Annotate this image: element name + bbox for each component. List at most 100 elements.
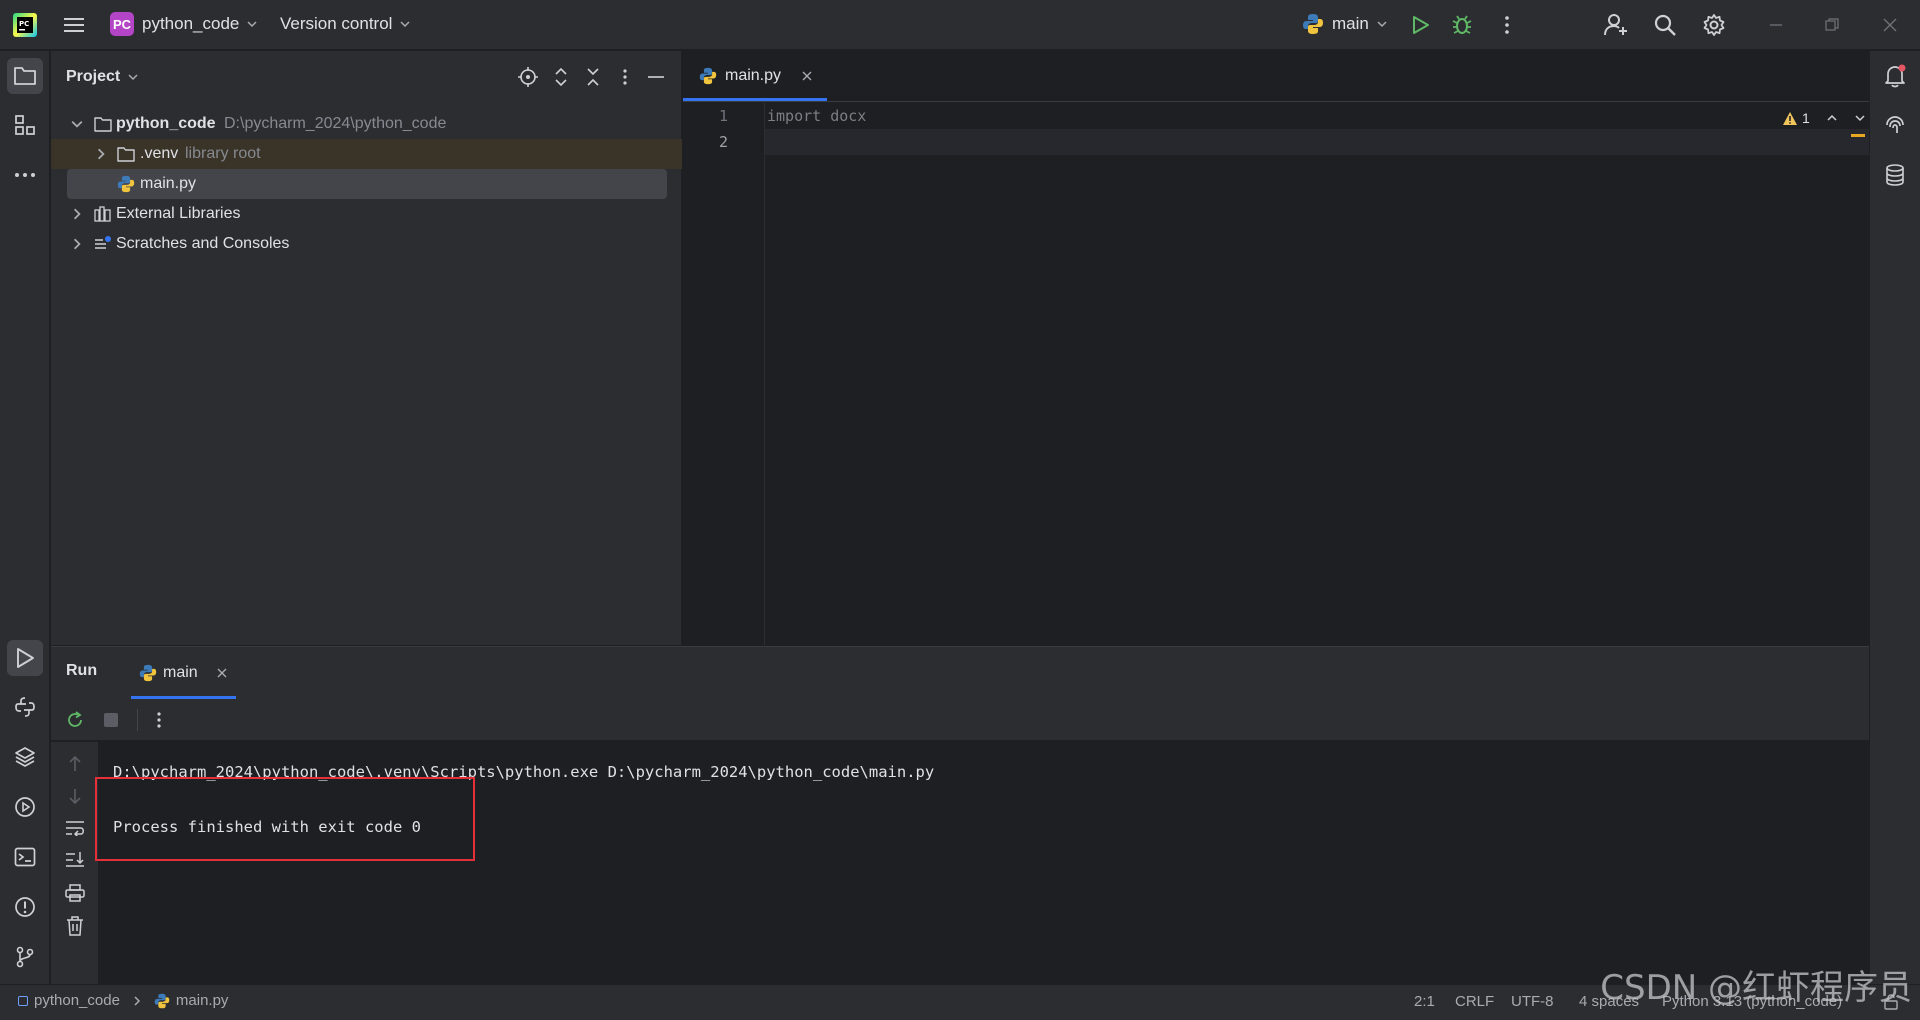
git-branch-icon <box>16 946 34 968</box>
tree-item-main-py[interactable]: main.py <box>67 169 667 199</box>
close-tab-icon[interactable] <box>216 667 228 679</box>
title-bar: PC PC python_code Version control main <box>0 0 1920 50</box>
arrow-down-icon[interactable] <box>67 787 83 805</box>
database-button[interactable] <box>1877 157 1913 193</box>
run-config-selector[interactable]: main <box>1302 13 1387 35</box>
line-gutter: 1 2 <box>683 103 765 645</box>
chevron-right-icon <box>73 238 81 250</box>
watermark: CSDN @红虾程序员 <box>1600 968 1912 1008</box>
tree-item-external-libraries[interactable]: External Libraries <box>51 199 682 229</box>
debug-icon[interactable] <box>1450 13 1474 37</box>
rerun-icon[interactable] <box>65 710 85 730</box>
warning-icon <box>1783 111 1797 125</box>
notifications-button[interactable] <box>1877 58 1913 94</box>
run-tool-button[interactable] <box>7 640 43 676</box>
vcs-menu[interactable]: Version control <box>280 14 410 34</box>
toolbar-separator <box>137 708 138 731</box>
run-panel: Run main D:\pycharm_2024\python_code\.ve… <box>51 646 1869 985</box>
python-console-icon <box>15 697 35 717</box>
warning-stripe-marker[interactable] <box>1851 134 1865 137</box>
code-line[interactable]: import docx <box>767 107 866 125</box>
console-side-toolbar <box>51 742 99 985</box>
python-file-icon <box>154 993 170 1008</box>
terminal-button[interactable] <box>7 839 43 875</box>
more-actions-icon[interactable] <box>1495 13 1519 37</box>
project-panel: Project python_code D:\pycharm_2024\pyth… <box>51 51 682 645</box>
main-menu-icon[interactable] <box>62 14 86 36</box>
collapse-all-icon[interactable] <box>582 66 604 88</box>
chevron-down-icon[interactable] <box>128 72 138 82</box>
problems-icon <box>15 897 35 917</box>
breadcrumb-project[interactable]: python_code <box>34 992 120 1009</box>
structure-icon <box>15 115 35 135</box>
expand-all-icon[interactable] <box>550 66 572 88</box>
more-tools-button[interactable] <box>7 157 43 193</box>
scroll-to-end-icon[interactable] <box>65 851 85 869</box>
services-button[interactable] <box>7 789 43 825</box>
caret-position[interactable]: 2:1 <box>1414 993 1435 1010</box>
main-py-file-name: main.py <box>140 175 197 192</box>
editor-area: main.py 1 2 import docx 1 <box>683 51 1869 645</box>
pycharm-logo-icon[interactable]: PC <box>13 13 37 37</box>
breadcrumb: python_code main.py <box>18 992 228 1009</box>
run-panel-header: Run main <box>51 647 1869 699</box>
arrow-up-icon[interactable] <box>67 755 83 773</box>
close-window-icon[interactable] <box>1878 14 1902 36</box>
line-number: 2 <box>718 133 728 151</box>
run-tab-main[interactable]: main <box>131 647 236 699</box>
python-packages-button[interactable] <box>7 739 43 775</box>
current-line-highlight <box>765 129 1869 155</box>
module-square-icon <box>18 995 28 1006</box>
structure-tool-button[interactable] <box>7 107 43 143</box>
problems-button[interactable] <box>7 889 43 925</box>
root-folder-path: D:\pycharm_2024\python_code <box>224 115 447 132</box>
project-panel-title[interactable]: Project <box>66 68 120 86</box>
project-switcher[interactable]: PC python_code <box>110 12 257 36</box>
git-button[interactable] <box>7 939 43 975</box>
stop-icon[interactable] <box>103 712 119 728</box>
previous-highlight-icon[interactable] <box>1826 113 1838 123</box>
minimize-window-icon[interactable] <box>1764 14 1788 36</box>
tree-item-scratches[interactable]: Scratches and Consoles <box>51 229 682 259</box>
highlight-annotation-box <box>95 777 475 861</box>
scratches-icon <box>95 236 111 249</box>
more-options-icon[interactable] <box>156 711 162 729</box>
run-config-label: main <box>1332 14 1369 33</box>
editor-tabs: main.py <box>683 51 1869 102</box>
next-highlight-icon[interactable] <box>1854 113 1866 123</box>
python-icon <box>139 664 157 682</box>
project-badge: PC <box>110 12 134 36</box>
tree-item-root[interactable]: python_code D:\pycharm_2024\python_code <box>51 109 682 139</box>
soft-wrap-icon[interactable] <box>65 820 85 836</box>
close-tab-icon[interactable] <box>801 70 813 82</box>
settings-gear-icon[interactable] <box>1701 12 1727 38</box>
venv-folder-name: .venv <box>140 145 179 162</box>
clear-all-trash-icon[interactable] <box>66 916 84 936</box>
ai-assistant-button[interactable] <box>1877 107 1913 143</box>
run-toolbar <box>51 699 1869 741</box>
restore-window-icon[interactable] <box>1820 14 1844 36</box>
svg-text:PC: PC <box>19 20 29 28</box>
inspection-widget[interactable]: 1 <box>1782 110 1866 126</box>
tree-item-venv[interactable]: .venv library root <box>51 139 682 169</box>
run-icon[interactable] <box>1409 13 1433 37</box>
project-name: python_code <box>142 14 240 33</box>
search-icon[interactable] <box>1652 12 1678 38</box>
warning-count: 1 <box>1802 110 1810 126</box>
tab-label: main.py <box>725 66 782 84</box>
project-tool-button[interactable] <box>7 58 43 94</box>
tab-main-py[interactable]: main.py <box>683 50 828 101</box>
terminal-icon <box>14 847 36 867</box>
locate-file-icon[interactable] <box>517 66 539 88</box>
python-console-button[interactable] <box>7 689 43 725</box>
bell-icon <box>1885 64 1906 88</box>
panel-options-icon[interactable] <box>614 66 636 88</box>
file-encoding[interactable]: UTF-8 <box>1511 993 1554 1010</box>
venv-hint: library root <box>185 145 261 162</box>
print-icon[interactable] <box>65 884 85 902</box>
add-user-icon[interactable] <box>1603 12 1629 38</box>
chevron-down-icon <box>1377 21 1387 28</box>
line-separator[interactable]: CRLF <box>1455 993 1494 1010</box>
hide-panel-icon[interactable] <box>645 66 667 88</box>
breadcrumb-file[interactable]: main.py <box>176 992 229 1009</box>
